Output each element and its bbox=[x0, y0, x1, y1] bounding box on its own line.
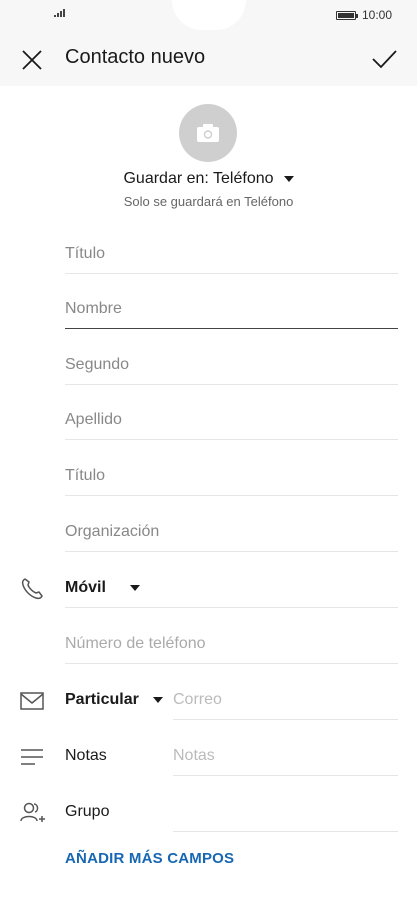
group-icon bbox=[20, 802, 45, 822]
email-type-label[interactable]: Particular bbox=[65, 680, 139, 720]
notch bbox=[172, 0, 246, 30]
prefix-title-field[interactable]: Título bbox=[65, 234, 398, 274]
first-name-field[interactable]: Nombre bbox=[65, 289, 398, 329]
status-time: 10:00 bbox=[362, 8, 393, 22]
check-icon bbox=[372, 50, 397, 69]
notes-icon bbox=[21, 749, 43, 765]
close-button[interactable] bbox=[18, 46, 46, 74]
save-button[interactable] bbox=[368, 44, 400, 74]
organization-field[interactable]: Organización bbox=[65, 512, 398, 552]
add-photo-button[interactable] bbox=[179, 104, 237, 162]
phone-number-input[interactable]: Número de teléfono bbox=[65, 624, 398, 664]
battery-icon bbox=[336, 11, 358, 20]
email-input[interactable]: Correo bbox=[173, 680, 398, 720]
phone-type-caret-icon[interactable] bbox=[129, 584, 140, 591]
phone-type-row: Móvil bbox=[65, 568, 398, 608]
group-label: Grupo bbox=[65, 803, 110, 820]
email-type-caret-icon[interactable] bbox=[153, 697, 163, 703]
status-bar: 10:00 bbox=[0, 0, 417, 32]
camera-icon bbox=[197, 124, 219, 142]
save-location-subtitle: Solo se guardará en Teléfono bbox=[123, 194, 294, 209]
last-name-field[interactable]: Apellido bbox=[65, 400, 398, 440]
group-selector[interactable] bbox=[173, 792, 398, 832]
close-icon bbox=[22, 50, 42, 70]
dropdown-caret-icon bbox=[283, 175, 294, 182]
save-location-selector[interactable]: Guardar en: Teléfono bbox=[0, 170, 417, 188]
middle-name-field[interactable]: Segundo bbox=[65, 345, 398, 385]
notes-label: Notas bbox=[65, 747, 107, 764]
phone-icon bbox=[21, 578, 43, 600]
signal-icon bbox=[54, 9, 65, 17]
top-app-bar: Contacto nuevo bbox=[0, 32, 417, 86]
phone-type-label[interactable]: Móvil bbox=[65, 579, 106, 597]
save-location-label: Guardar en: Teléfono bbox=[123, 170, 274, 187]
add-more-fields-button[interactable]: AÑADIR MÁS CAMPOS bbox=[65, 850, 234, 867]
mail-icon bbox=[20, 692, 44, 710]
suffix-title-field[interactable]: Título bbox=[65, 456, 398, 496]
page-title: Contacto nuevo bbox=[65, 46, 206, 68]
contact-form: Guardar en: Teléfono Solo se guardará en… bbox=[0, 86, 417, 904]
notes-input[interactable]: Notas bbox=[173, 736, 398, 776]
